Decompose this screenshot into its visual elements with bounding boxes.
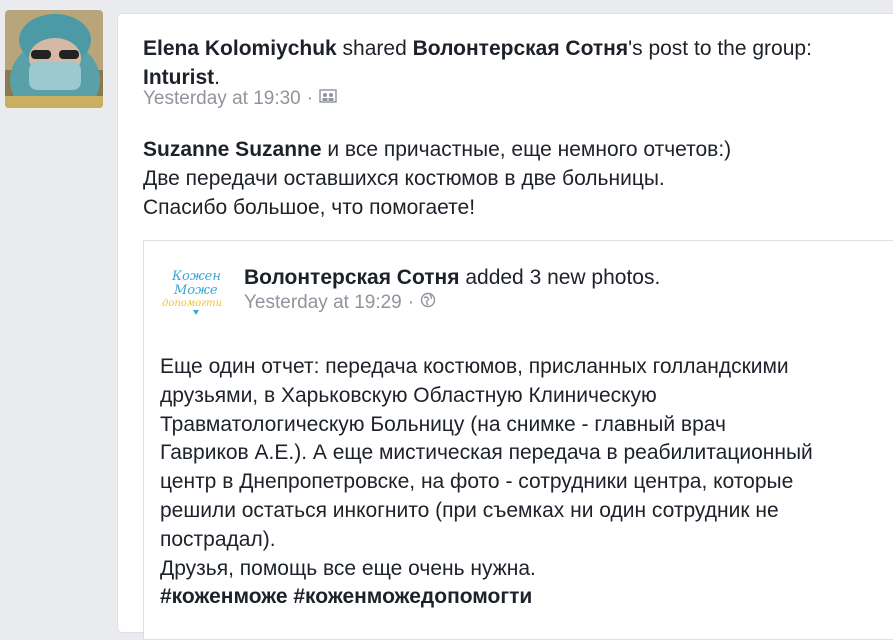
hashtags-link[interactable]: #коженможе #коженможедопомогти	[160, 583, 880, 612]
post-line-1-text: и все причастные, еще немного отчетов:)	[321, 138, 732, 161]
logo-text-2: Може	[173, 283, 218, 298]
group-suffix: .	[214, 66, 221, 89]
shared-line: Друзья, помощь все еще очень нужна.	[160, 556, 536, 580]
author-avatar[interactable]	[5, 10, 103, 108]
shared-line: Гавриков А.Е.). А еще мистическая переда…	[160, 441, 813, 465]
post-line-2: Две передачи оставшихся костюмов в две б…	[143, 167, 665, 190]
post-header: Elena Kolomiychuk shared Волонтерская Со…	[143, 34, 883, 92]
meta-separator: ·	[306, 88, 314, 109]
avatar-photo	[5, 10, 103, 108]
post-meta: Yesterday at 19:30 ·	[143, 88, 337, 110]
post-line-1: Suzanne Suzanne и все причастные, еще не…	[143, 135, 883, 164]
shared-post-title: Волонтерская Сотня added 3 new photos.	[244, 264, 660, 292]
post-action-suffix: 's post to the group:	[628, 37, 812, 60]
shared-line: пострадал).	[160, 527, 276, 551]
mention-link[interactable]: Suzanne Suzanne	[143, 138, 322, 161]
shared-timestamp[interactable]: Yesterday at 19:29	[244, 292, 402, 314]
shared-action-text: shared	[336, 37, 413, 60]
shared-post-body: Еще один отчет: передача костюмов, присл…	[160, 353, 880, 612]
post-body: Suzanne Suzanne и все причастные, еще не…	[143, 135, 883, 222]
logo-text-1: Кожен	[171, 269, 221, 284]
shared-post-meta: Yesterday at 19:29 ·	[244, 292, 436, 314]
shared-line: Еще один отчет: передача костюмов, присл…	[160, 355, 789, 378]
shared-action-text: added 3 new photos.	[459, 266, 661, 289]
author-name-link[interactable]: Elena Kolomiychuk	[143, 37, 337, 60]
shared-line: друзьями, в Харьковскую Областную Клинич…	[160, 383, 657, 407]
logo-text-3: допомогти	[162, 298, 222, 309]
shared-meta-separator: ·	[407, 292, 415, 313]
shared-line: Травматологическую Больницу (на снимке -…	[160, 412, 726, 436]
post-line-3: Спасибо большое, что помогаете!	[143, 196, 476, 219]
source-page-link[interactable]: Волонтерская Сотня	[413, 37, 629, 60]
shared-line: решили остаться инкогнито (при съемках н…	[160, 498, 779, 522]
globe-icon[interactable]	[420, 292, 436, 314]
group-link[interactable]: Inturist	[143, 66, 214, 89]
page-logo[interactable]: Кожен Може допомогти	[160, 264, 230, 318]
group-audience-icon[interactable]	[319, 88, 337, 110]
shared-line: центр в Днепропетровске, на фото - сотру…	[160, 470, 794, 494]
shared-page-link[interactable]: Волонтерская Сотня	[244, 266, 460, 289]
post-timestamp[interactable]: Yesterday at 19:30	[143, 88, 301, 110]
